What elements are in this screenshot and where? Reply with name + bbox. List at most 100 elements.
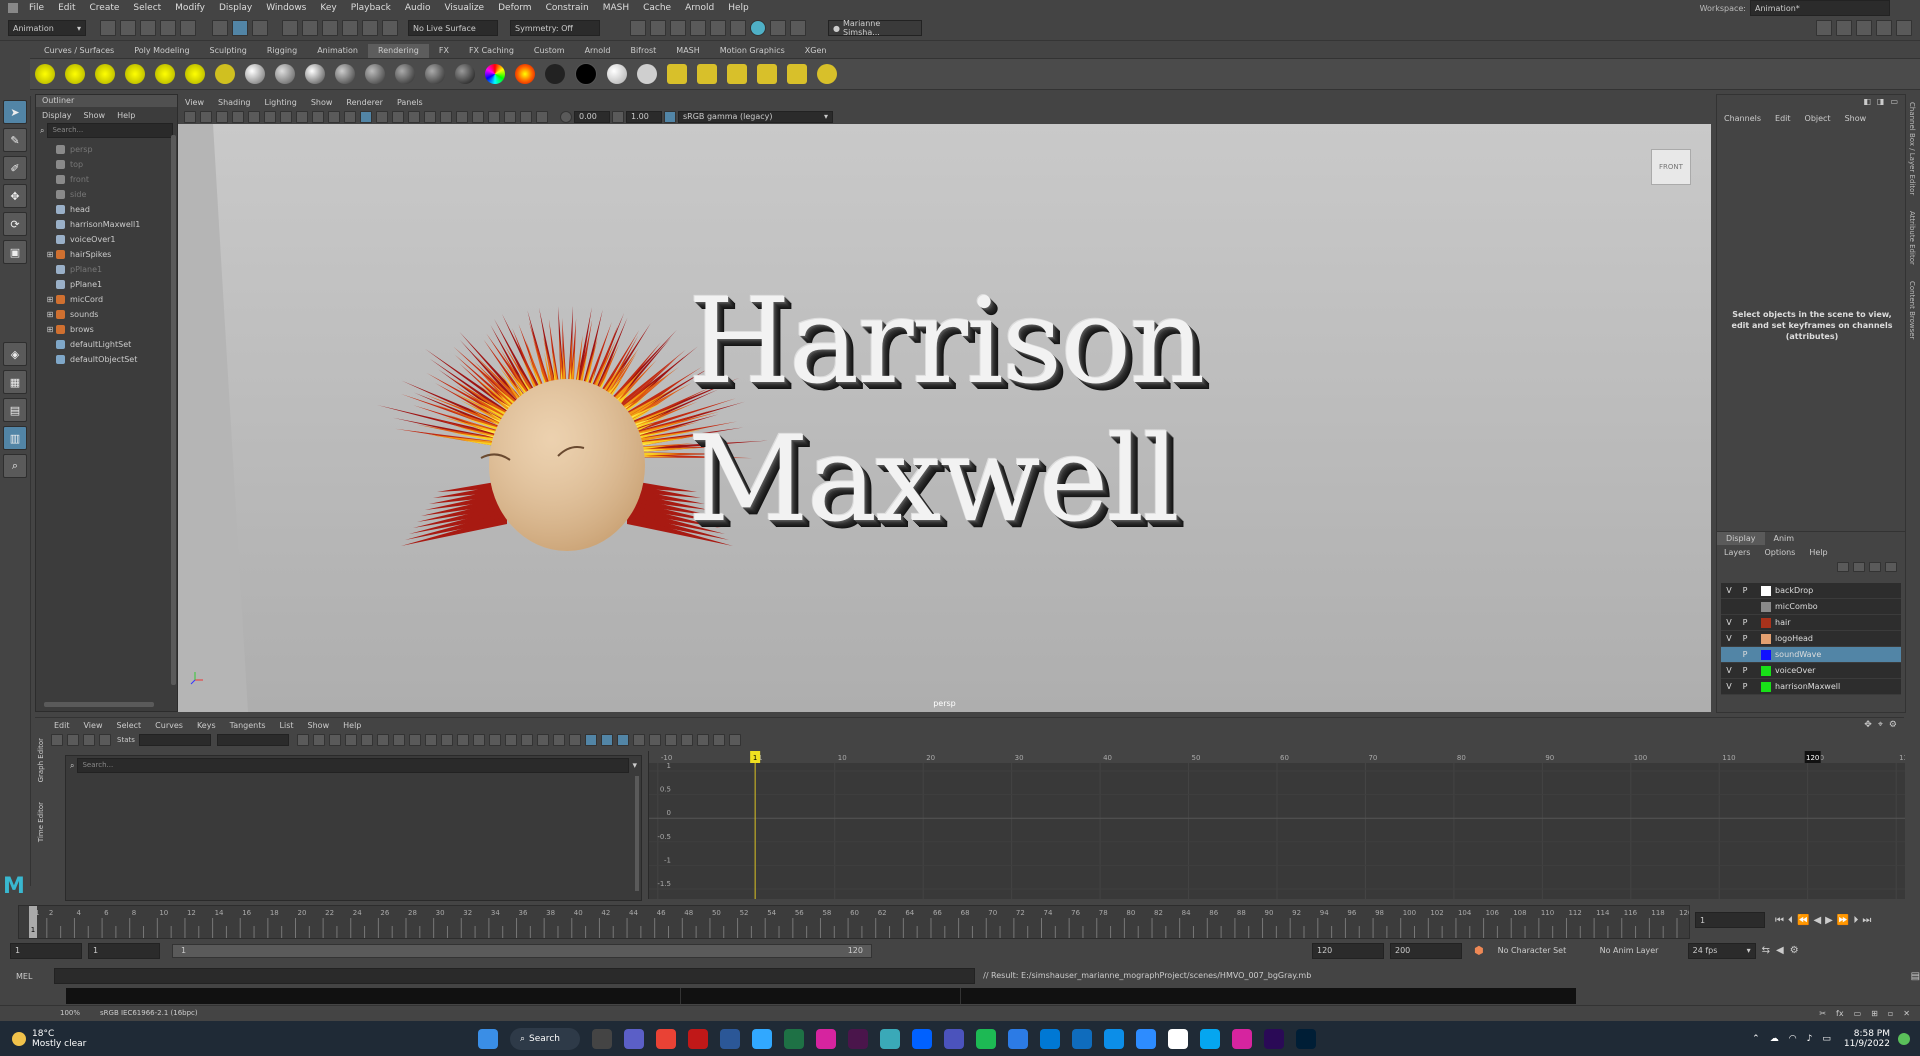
graph-settings-icon[interactable]: ⚙ bbox=[1889, 720, 1897, 730]
animation-start-field[interactable]: 1 bbox=[10, 942, 82, 959]
outliner-item[interactable]: ⊞ brows bbox=[36, 322, 177, 337]
graph-editor-curve-area[interactable]: -10110203040506070809010011012013010.50-… bbox=[648, 751, 1913, 899]
value-snap-icon[interactable] bbox=[600, 734, 613, 746]
post-infinity-icon[interactable] bbox=[536, 734, 549, 746]
curve-filter-icon[interactable] bbox=[696, 734, 709, 746]
swap-buffer-icon[interactable] bbox=[504, 734, 517, 746]
channel-box-toggle-icon[interactable]: ◧ bbox=[1863, 97, 1871, 106]
step-forward-frame-icon[interactable]: ⏵ bbox=[1853, 915, 1858, 926]
snap-grid-icon[interactable] bbox=[282, 20, 298, 36]
render-view-icon[interactable] bbox=[650, 20, 666, 36]
notification-badge-icon[interactable] bbox=[1898, 1032, 1910, 1045]
animation-end-field[interactable]: 200 bbox=[1390, 942, 1462, 959]
menu-edit[interactable]: Edit bbox=[58, 3, 75, 13]
dropbox-icon[interactable] bbox=[912, 1028, 932, 1049]
shelf-tab-poly-modeling[interactable]: Poly Modeling bbox=[124, 44, 199, 58]
shadows-icon[interactable] bbox=[424, 110, 436, 123]
move-key-icon[interactable] bbox=[51, 734, 63, 746]
select-tool-icon[interactable]: ➤ bbox=[3, 100, 27, 124]
shelf-tab-curves-surfaces[interactable]: Curves / Surfaces bbox=[34, 44, 124, 58]
spotify-icon[interactable] bbox=[976, 1028, 996, 1049]
menu-modify[interactable]: Modify bbox=[175, 3, 205, 13]
zoom-tool-icon[interactable]: ⌕ bbox=[3, 454, 27, 478]
layer-tab-display[interactable]: Display bbox=[1717, 532, 1765, 545]
layer-menu-help[interactable]: Help bbox=[1809, 548, 1827, 557]
single-perspective-layout-icon[interactable]: ◈ bbox=[3, 342, 27, 366]
graph-editor-menu-edit[interactable]: Edit bbox=[54, 721, 70, 730]
lambert-sphere-icon[interactable] bbox=[275, 64, 295, 84]
expand-icon[interactable]: ⊞ bbox=[44, 295, 56, 304]
camera-attributes-icon[interactable] bbox=[200, 110, 212, 123]
view-transform-dropdown[interactable]: sRGB gamma (legacy) ▾ bbox=[678, 110, 833, 123]
hud-icon[interactable]: ▭ bbox=[1854, 1009, 1862, 1018]
layer-visibility-toggle[interactable]: V bbox=[1721, 682, 1737, 691]
auto-key-icon[interactable]: ⬢ bbox=[1474, 944, 1484, 957]
black-sphere-icon[interactable] bbox=[545, 64, 565, 84]
mail-icon[interactable] bbox=[1072, 1028, 1092, 1049]
key-stats-icon[interactable] bbox=[296, 734, 309, 746]
layer-visibility-toggle[interactable]: V bbox=[1721, 586, 1737, 595]
persp-outliner-layout-icon[interactable]: ▤ bbox=[3, 398, 27, 422]
shelf-tab-bifrost[interactable]: Bifrost bbox=[620, 44, 666, 58]
chrome-icon[interactable] bbox=[656, 1028, 676, 1049]
anim-layer-dropdown[interactable]: No Anim Layer bbox=[1595, 943, 1684, 958]
shelf-tab-rigging[interactable]: Rigging bbox=[257, 44, 307, 58]
layer-row[interactable]: micCombo bbox=[1721, 599, 1901, 615]
snap-view-icon[interactable] bbox=[342, 20, 358, 36]
bookmarks-icon[interactable] bbox=[216, 110, 228, 123]
shelf-tab-custom[interactable]: Custom bbox=[524, 44, 575, 58]
dope-sheet-icon[interactable] bbox=[664, 734, 677, 746]
layer-color-swatch[interactable] bbox=[1761, 585, 1771, 596]
outliner-item[interactable]: head bbox=[36, 202, 177, 217]
isolate-select-icon[interactable] bbox=[488, 110, 500, 123]
layer-tab-anim[interactable]: Anim bbox=[1765, 532, 1804, 545]
mel-label[interactable]: MEL bbox=[0, 972, 54, 981]
clear-icon[interactable]: ✂ bbox=[1819, 1009, 1826, 1018]
point-light-icon[interactable] bbox=[95, 64, 115, 84]
camera-icon[interactable] bbox=[215, 64, 235, 84]
layer-color-swatch[interactable] bbox=[1761, 681, 1771, 692]
graph-editor-search-input[interactable]: Search... bbox=[77, 758, 630, 773]
layer-color-swatch[interactable] bbox=[1761, 665, 1771, 676]
channel-box-menu-edit[interactable]: Edit bbox=[1775, 114, 1791, 123]
aistandard-sphere-icon[interactable] bbox=[365, 64, 385, 84]
minimize-window-icon[interactable]: ▫ bbox=[1888, 1009, 1893, 1018]
black-circle-icon[interactable] bbox=[575, 63, 597, 85]
undo-icon[interactable] bbox=[160, 20, 176, 36]
mcafee-icon[interactable] bbox=[688, 1028, 708, 1049]
script-editor-icon[interactable]: ▤ bbox=[1911, 971, 1920, 982]
euler-filter-icon[interactable] bbox=[728, 734, 741, 746]
move-layer-up-icon[interactable] bbox=[1837, 562, 1849, 572]
image-plane-icon[interactable] bbox=[232, 110, 244, 123]
menu-constrain[interactable]: Constrain bbox=[546, 3, 589, 13]
shelf-tab-xgen[interactable]: XGen bbox=[795, 44, 837, 58]
graph-editor-menu-select[interactable]: Select bbox=[116, 721, 141, 730]
redo-icon[interactable] bbox=[180, 20, 196, 36]
weather-widget[interactable]: 18°C Mostly clear bbox=[12, 1029, 142, 1049]
spot-light-icon[interactable] bbox=[65, 64, 85, 84]
perspective-viewport[interactable]: Harrison Maxwell FRONT persp bbox=[178, 124, 1711, 712]
photoshop-icon[interactable] bbox=[1296, 1028, 1316, 1049]
time-slider[interactable]: 1 2 4 6 8 10 12 14 16 18 20 22 24 26 28 30 32 34 36 38 40 42 4… bbox=[18, 905, 1692, 939]
snap-surface-icon[interactable] bbox=[362, 20, 378, 36]
save-scene-icon[interactable] bbox=[140, 20, 156, 36]
construction-history-icon[interactable] bbox=[630, 20, 646, 36]
four-view-layout-icon[interactable]: ▦ bbox=[3, 370, 27, 394]
outliner-item[interactable]: defaultObjectSet bbox=[36, 352, 177, 367]
anisotropic-sphere-icon[interactable] bbox=[425, 64, 445, 84]
layer-row[interactable]: V PlogoHead bbox=[1721, 631, 1901, 647]
shelf-tab-animation[interactable]: Animation bbox=[307, 44, 368, 58]
exposure-field[interactable]: 0.00 bbox=[574, 110, 610, 123]
loop-icon[interactable]: ⇆ bbox=[1762, 945, 1770, 956]
excel-icon[interactable] bbox=[784, 1028, 804, 1049]
task-view-icon[interactable] bbox=[592, 1028, 612, 1049]
menu-select[interactable]: Select bbox=[133, 3, 161, 13]
step-back-key-icon[interactable]: ⏪ bbox=[1797, 915, 1809, 926]
layer-playback-toggle[interactable]: P bbox=[1737, 666, 1753, 675]
area-light-icon[interactable] bbox=[155, 64, 175, 84]
tangent-linear-icon[interactable] bbox=[328, 734, 341, 746]
shelf-tab-mash[interactable]: MASH bbox=[666, 44, 709, 58]
menu-key[interactable]: Key bbox=[320, 3, 336, 13]
new-empty-layer-icon[interactable] bbox=[1869, 562, 1881, 572]
viewport-menu-renderer[interactable]: Renderer bbox=[346, 98, 383, 107]
